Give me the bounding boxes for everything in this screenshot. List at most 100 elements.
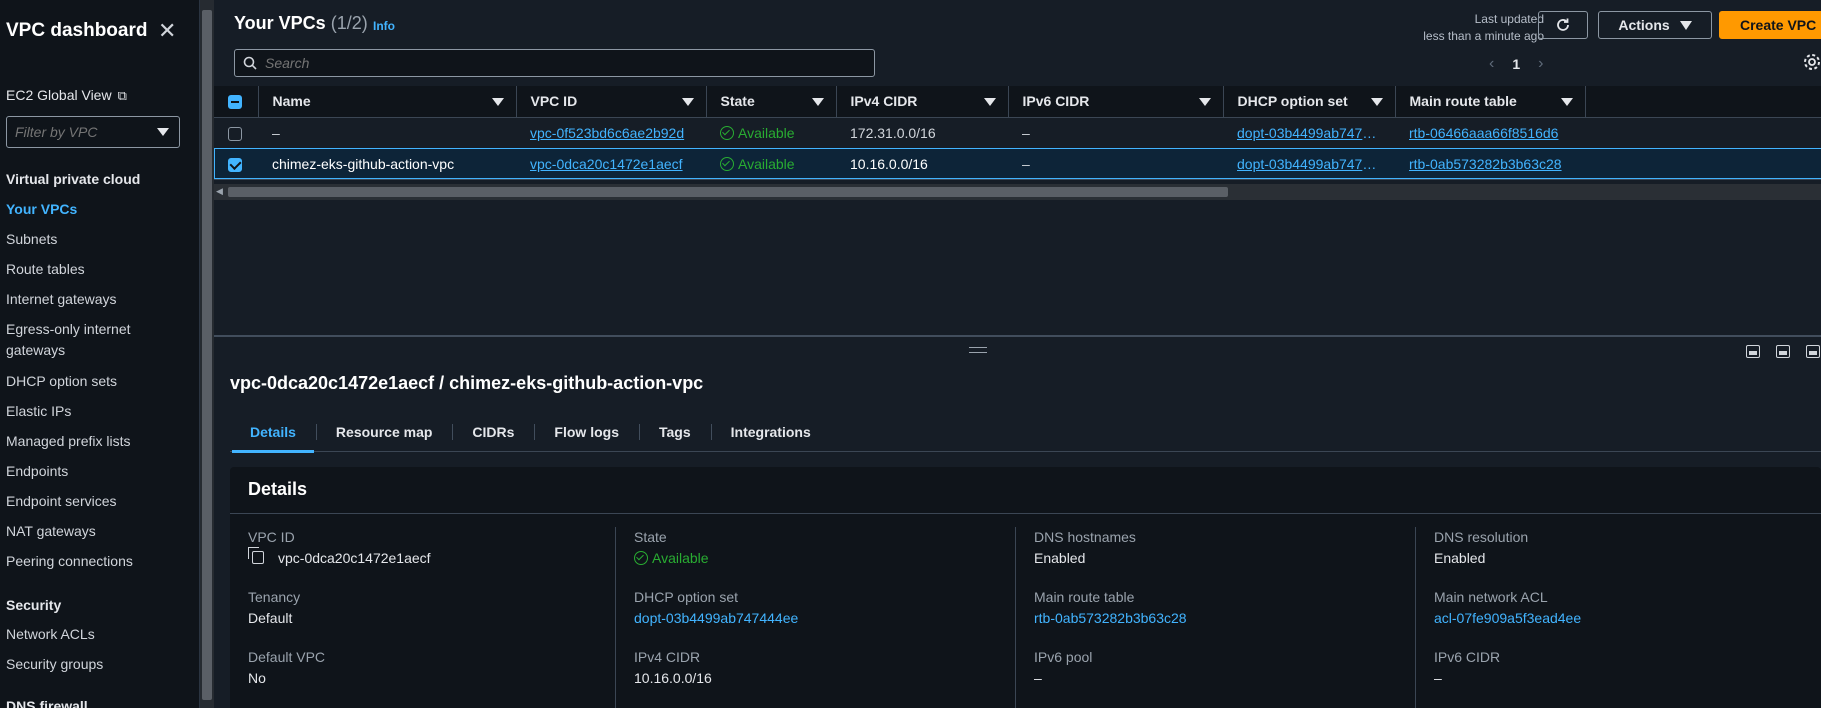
field-main-network-acl: Main network ACL acl-07fe909a5f3ead4ee	[1434, 587, 1581, 629]
table-scroll-thumb[interactable]	[228, 187, 1228, 197]
sidebar-item-egress-only-gateways[interactable]: Egress-only internet gateways	[6, 319, 146, 361]
column-header-dhcp[interactable]: DHCP option set	[1223, 86, 1396, 118]
cell-vpc-id-link[interactable]: vpc-0dca20c1472e1aecf	[516, 148, 706, 179]
field-label: IPv6 CIDR	[1434, 649, 1501, 665]
tab-details[interactable]: Details	[230, 412, 316, 453]
close-icon[interactable]: ✕	[158, 18, 176, 44]
sidebar-item-elastic-ips[interactable]: Elastic IPs	[6, 401, 196, 422]
row-checkbox-cell[interactable]	[214, 148, 258, 179]
search-field[interactable]	[234, 49, 875, 77]
panel-side-icon[interactable]	[1776, 345, 1790, 358]
page-title: Your VPCs (1/2)	[234, 13, 368, 34]
sidebar-section-security: Security	[6, 597, 62, 613]
sort-icon[interactable]	[1560, 98, 1573, 106]
column-header-ipv6-cidr[interactable]: IPv6 CIDR	[1008, 86, 1224, 118]
sidebar-item-endpoints[interactable]: Endpoints	[6, 461, 196, 482]
sidebar-item-dhcp-option-sets[interactable]: DHCP option sets	[6, 371, 196, 392]
sidebar-item-endpoint-services[interactable]: Endpoint services	[6, 491, 196, 512]
actions-label: Actions	[1618, 17, 1670, 33]
drag-handle-icon[interactable]	[969, 347, 987, 353]
last-updated-value: less than a minute ago	[1423, 29, 1544, 43]
sidebar-item-subnets[interactable]: Subnets	[6, 229, 196, 250]
cell-dhcp-link[interactable]: dopt-03b4499ab747444ee	[1223, 117, 1395, 148]
sidebar-item-peering-connections[interactable]: Peering connections	[6, 551, 196, 572]
sort-icon[interactable]	[681, 98, 694, 106]
field-state: State Available	[634, 527, 709, 569]
main-route-table-link[interactable]: rtb-0ab573282b3b63c28	[1034, 607, 1187, 629]
copy-icon[interactable]	[248, 547, 264, 564]
column-header-dhcp-label: DHCP option set	[1237, 93, 1348, 110]
panel-close-icon[interactable]	[1806, 345, 1820, 358]
table-row[interactable]: – vpc-0f523bd6c6ae2b92d Available 172.31…	[214, 117, 1821, 148]
sidebar-item-nat-gateways[interactable]: NAT gateways	[6, 521, 196, 542]
info-link[interactable]: Info	[373, 19, 395, 33]
refresh-button[interactable]	[1538, 11, 1588, 39]
vpc-filter-select[interactable]	[6, 116, 180, 148]
scroll-left-arrow-icon[interactable]: ◀	[216, 186, 223, 197]
cell-ipv6-cidr: –	[1022, 155, 1030, 172]
sidebar-item-your-vpcs[interactable]: Your VPCs	[6, 199, 196, 220]
table-row-selected[interactable]: chimez-eks-github-action-vpc vpc-0dca20c…	[214, 148, 1821, 179]
selection-count: (1/2)	[330, 13, 368, 33]
cell-route-table-link[interactable]: rtb-06466aaa66f8516d6	[1395, 117, 1585, 148]
column-header-ipv4-cidr[interactable]: IPv4 CIDR	[836, 86, 1009, 118]
vpc-filter-input[interactable]	[7, 117, 155, 147]
cell-route-table-link[interactable]: rtb-0ab573282b3b63c28	[1395, 148, 1585, 179]
sidebar-scroll-thumb[interactable]	[202, 10, 212, 700]
dhcp-option-set-link[interactable]: dopt-03b4499ab747444ee	[634, 607, 798, 629]
cell-ipv4-cidr: 172.31.0.0/16	[850, 124, 936, 141]
sort-icon[interactable]	[491, 98, 504, 106]
table-empty-area	[214, 200, 1821, 335]
sidebar-scrollbar[interactable]	[200, 0, 214, 708]
column-header-state[interactable]: State	[706, 86, 837, 118]
tab-resource-map[interactable]: Resource map	[315, 412, 452, 452]
cell-ipv6-cidr: –	[1022, 124, 1030, 141]
gear-icon[interactable]	[1802, 52, 1821, 72]
actions-dropdown-button[interactable]: Actions	[1598, 11, 1712, 39]
row-checkbox-cell[interactable]	[214, 117, 258, 148]
row-checkbox-checked[interactable]	[228, 157, 242, 172]
check-circle-icon	[720, 156, 734, 171]
split-panel-divider[interactable]	[214, 335, 1821, 337]
sort-icon[interactable]	[983, 98, 996, 106]
tab-cidrs[interactable]: CIDRs	[452, 412, 534, 452]
column-header-main-route-table[interactable]: Main route table	[1395, 86, 1586, 118]
sidebar-item-internet-gateways[interactable]: Internet gateways	[6, 289, 196, 310]
search-input[interactable]	[265, 50, 865, 76]
tab-tags[interactable]: Tags	[638, 412, 711, 452]
sidebar-ec2-global-view[interactable]: EC2 Global View ⧉	[6, 87, 127, 104]
sidebar-item-security-groups[interactable]: Security groups	[6, 654, 196, 675]
field-label: State	[634, 529, 667, 545]
table-horizontal-scrollbar[interactable]: ◀	[214, 184, 1821, 200]
main-network-acl-link[interactable]: acl-07fe909a5f3ead4ee	[1434, 607, 1581, 629]
tab-integrations[interactable]: Integrations	[710, 412, 831, 452]
sidebar-item-network-acls[interactable]: Network ACLs	[6, 624, 196, 645]
row-checkbox[interactable]	[228, 126, 242, 141]
details-tabs: Details Resource map CIDRs Flow logs Tag…	[230, 412, 1821, 453]
create-vpc-button[interactable]: Create VPC	[1719, 11, 1821, 39]
chevron-left-icon[interactable]: ‹	[1489, 55, 1494, 73]
tab-flow-logs[interactable]: Flow logs	[534, 412, 639, 452]
sort-icon[interactable]	[811, 98, 824, 106]
sidebar-item-route-tables[interactable]: Route tables	[6, 259, 196, 280]
state-label: Available	[738, 124, 795, 141]
caret-down-icon	[1679, 20, 1692, 30]
field-value: Enabled	[1034, 550, 1086, 566]
page-number[interactable]: 1	[1512, 56, 1520, 72]
column-header-name[interactable]: Name	[258, 86, 517, 118]
sort-icon[interactable]	[1370, 98, 1383, 106]
select-all-checkbox[interactable]	[228, 95, 242, 110]
external-link-icon: ⧉	[117, 88, 127, 103]
field-value: Available	[634, 547, 709, 569]
select-all-checkbox-cell[interactable]	[214, 86, 259, 118]
panel-bottom-icon[interactable]	[1746, 345, 1760, 358]
column-header-vpc-id[interactable]: VPC ID	[516, 86, 707, 118]
cell-vpc-id-link[interactable]: vpc-0f523bd6c6ae2b92d	[516, 117, 706, 148]
cell-extra	[1585, 117, 1821, 148]
details-title: vpc-0dca20c1472e1aecf / chimez-eks-githu…	[230, 373, 704, 393]
sidebar-item-managed-prefix-lists[interactable]: Managed prefix lists	[6, 431, 196, 452]
cell-dhcp-link[interactable]: dopt-03b4499ab747444ee	[1223, 148, 1395, 179]
sort-icon[interactable]	[1198, 98, 1211, 106]
chevron-right-icon[interactable]: ›	[1538, 55, 1543, 73]
cell-ipv4-cidr: 10.16.0.0/16	[850, 155, 928, 172]
